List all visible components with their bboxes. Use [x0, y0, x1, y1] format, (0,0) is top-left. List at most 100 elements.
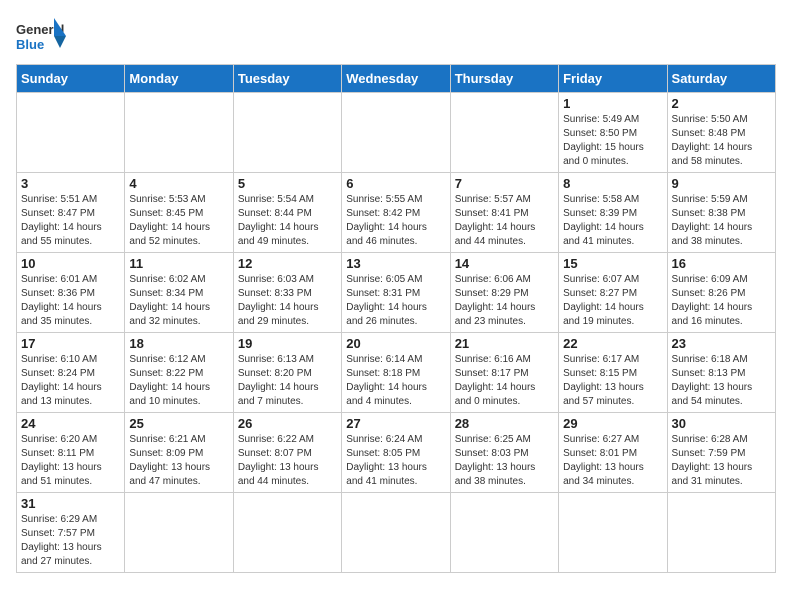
cell-sun-info: Sunrise: 6:07 AM Sunset: 8:27 PM Dayligh…	[563, 273, 662, 329]
calendar-cell: 16 Sunrise: 6:09 AM Sunset: 8:26 PM Dayli…	[667, 253, 775, 333]
cell-sun-info: Sunrise: 6:10 AM Sunset: 8:24 PM Dayligh…	[21, 353, 120, 409]
cell-sun-info: Sunrise: 6:02 AM Sunset: 8:34 PM Dayligh…	[129, 273, 228, 329]
calendar-cell: 31 Sunrise: 6:29 AM Sunset: 7:57 PM Dayli…	[17, 493, 125, 573]
calendar-cell: 22 Sunrise: 6:17 AM Sunset: 8:15 PM Dayli…	[559, 333, 667, 413]
cell-date-number: 8	[563, 176, 662, 191]
cell-sun-info: Sunrise: 6:13 AM Sunset: 8:20 PM Dayligh…	[238, 353, 337, 409]
cell-date-number: 15	[563, 256, 662, 271]
weekday-header-wednesday: Wednesday	[342, 65, 450, 93]
cell-date-number: 3	[21, 176, 120, 191]
calendar-cell: 3 Sunrise: 5:51 AM Sunset: 8:47 PM Daylig…	[17, 173, 125, 253]
cell-sun-info: Sunrise: 6:09 AM Sunset: 8:26 PM Dayligh…	[672, 273, 771, 329]
cell-date-number: 7	[455, 176, 554, 191]
cell-date-number: 13	[346, 256, 445, 271]
page-header: General Blue	[16, 16, 776, 56]
calendar-cell: 21 Sunrise: 6:16 AM Sunset: 8:17 PM Dayli…	[450, 333, 558, 413]
cell-sun-info: Sunrise: 6:25 AM Sunset: 8:03 PM Dayligh…	[455, 433, 554, 489]
cell-sun-info: Sunrise: 5:55 AM Sunset: 8:42 PM Dayligh…	[346, 193, 445, 249]
calendar-cell: 15 Sunrise: 6:07 AM Sunset: 8:27 PM Dayli…	[559, 253, 667, 333]
cell-sun-info: Sunrise: 6:29 AM Sunset: 7:57 PM Dayligh…	[21, 513, 120, 569]
cell-date-number: 30	[672, 416, 771, 431]
calendar-week-row: 24Sunrise: 6:20 AM Sunset: 8:11 PM Dayli…	[17, 413, 776, 493]
weekday-header-thursday: Thursday	[450, 65, 558, 93]
cell-sun-info: Sunrise: 6:17 AM Sunset: 8:15 PM Dayligh…	[563, 353, 662, 409]
cell-date-number: 16	[672, 256, 771, 271]
calendar-cell: 27 Sunrise: 6:24 AM Sunset: 8:05 PM Dayli…	[342, 413, 450, 493]
calendar-cell: 29Sunrise: 6:27 AM Sunset: 8:01 PM Dayli…	[559, 413, 667, 493]
cell-date-number: 23	[672, 336, 771, 351]
svg-text:Blue: Blue	[16, 37, 44, 52]
calendar-cell	[233, 93, 341, 173]
cell-date-number: 9	[672, 176, 771, 191]
calendar-cell: 2 Sunrise: 5:50 AM Sunset: 8:48 PM Daylig…	[667, 93, 775, 173]
cell-sun-info: Sunrise: 6:24 AM Sunset: 8:05 PM Dayligh…	[346, 433, 445, 489]
cell-date-number: 26	[238, 416, 337, 431]
calendar-cell: 20 Sunrise: 6:14 AM Sunset: 8:18 PM Dayli…	[342, 333, 450, 413]
calendar-cell: 26 Sunrise: 6:22 AM Sunset: 8:07 PM Dayli…	[233, 413, 341, 493]
calendar-cell	[125, 493, 233, 573]
cell-sun-info: Sunrise: 6:28 AM Sunset: 7:59 PM Dayligh…	[672, 433, 771, 489]
calendar-cell: 19 Sunrise: 6:13 AM Sunset: 8:20 PM Dayli…	[233, 333, 341, 413]
calendar-cell	[559, 493, 667, 573]
cell-date-number: 27	[346, 416, 445, 431]
weekday-header-row: SundayMondayTuesdayWednesdayThursdayFrid…	[17, 65, 776, 93]
calendar-cell: 10Sunrise: 6:01 AM Sunset: 8:36 PM Dayli…	[17, 253, 125, 333]
cell-sun-info: Sunrise: 6:05 AM Sunset: 8:31 PM Dayligh…	[346, 273, 445, 329]
calendar-cell: 23 Sunrise: 6:18 AM Sunset: 8:13 PM Dayli…	[667, 333, 775, 413]
cell-sun-info: Sunrise: 6:12 AM Sunset: 8:22 PM Dayligh…	[129, 353, 228, 409]
cell-sun-info: Sunrise: 6:01 AM Sunset: 8:36 PM Dayligh…	[21, 273, 120, 329]
cell-date-number: 31	[21, 496, 120, 511]
cell-date-number: 1	[563, 96, 662, 111]
weekday-header-saturday: Saturday	[667, 65, 775, 93]
cell-date-number: 17	[21, 336, 120, 351]
calendar-cell: 30 Sunrise: 6:28 AM Sunset: 7:59 PM Dayli…	[667, 413, 775, 493]
cell-date-number: 14	[455, 256, 554, 271]
cell-date-number: 19	[238, 336, 337, 351]
cell-sun-info: Sunrise: 6:20 AM Sunset: 8:11 PM Dayligh…	[21, 433, 120, 489]
weekday-header-tuesday: Tuesday	[233, 65, 341, 93]
calendar-cell	[667, 493, 775, 573]
cell-date-number: 11	[129, 256, 228, 271]
weekday-header-friday: Friday	[559, 65, 667, 93]
cell-date-number: 12	[238, 256, 337, 271]
cell-sun-info: Sunrise: 5:57 AM Sunset: 8:41 PM Dayligh…	[455, 193, 554, 249]
calendar-cell: 25Sunrise: 6:21 AM Sunset: 8:09 PM Dayli…	[125, 413, 233, 493]
cell-sun-info: Sunrise: 6:16 AM Sunset: 8:17 PM Dayligh…	[455, 353, 554, 409]
cell-date-number: 20	[346, 336, 445, 351]
cell-sun-info: Sunrise: 6:22 AM Sunset: 8:07 PM Dayligh…	[238, 433, 337, 489]
calendar-cell: 8 Sunrise: 5:58 AM Sunset: 8:39 PM Daylig…	[559, 173, 667, 253]
cell-date-number: 21	[455, 336, 554, 351]
logo: General Blue	[16, 16, 66, 56]
cell-sun-info: Sunrise: 5:54 AM Sunset: 8:44 PM Dayligh…	[238, 193, 337, 249]
cell-sun-info: Sunrise: 5:53 AM Sunset: 8:45 PM Dayligh…	[129, 193, 228, 249]
cell-sun-info: Sunrise: 5:58 AM Sunset: 8:39 PM Dayligh…	[563, 193, 662, 249]
calendar-cell: 11 Sunrise: 6:02 AM Sunset: 8:34 PM Dayli…	[125, 253, 233, 333]
cell-date-number: 4	[129, 176, 228, 191]
cell-sun-info: Sunrise: 5:59 AM Sunset: 8:38 PM Dayligh…	[672, 193, 771, 249]
cell-sun-info: Sunrise: 6:18 AM Sunset: 8:13 PM Dayligh…	[672, 353, 771, 409]
calendar-cell: 14Sunrise: 6:06 AM Sunset: 8:29 PM Dayli…	[450, 253, 558, 333]
calendar-cell	[342, 93, 450, 173]
calendar-week-row: 3 Sunrise: 5:51 AM Sunset: 8:47 PM Daylig…	[17, 173, 776, 253]
cell-sun-info: Sunrise: 5:50 AM Sunset: 8:48 PM Dayligh…	[672, 113, 771, 169]
weekday-header-sunday: Sunday	[17, 65, 125, 93]
cell-date-number: 5	[238, 176, 337, 191]
cell-sun-info: Sunrise: 6:14 AM Sunset: 8:18 PM Dayligh…	[346, 353, 445, 409]
cell-date-number: 2	[672, 96, 771, 111]
calendar-cell	[233, 493, 341, 573]
cell-sun-info: Sunrise: 5:51 AM Sunset: 8:47 PM Dayligh…	[21, 193, 120, 249]
calendar-cell: 17 Sunrise: 6:10 AM Sunset: 8:24 PM Dayli…	[17, 333, 125, 413]
calendar-cell: 18 Sunrise: 6:12 AM Sunset: 8:22 PM Dayli…	[125, 333, 233, 413]
calendar-cell	[17, 93, 125, 173]
cell-sun-info: Sunrise: 5:49 AM Sunset: 8:50 PM Dayligh…	[563, 113, 662, 169]
cell-date-number: 29	[563, 416, 662, 431]
calendar-cell	[450, 493, 558, 573]
calendar-cell	[125, 93, 233, 173]
weekday-header-monday: Monday	[125, 65, 233, 93]
cell-date-number: 18	[129, 336, 228, 351]
calendar-cell: 24Sunrise: 6:20 AM Sunset: 8:11 PM Dayli…	[17, 413, 125, 493]
cell-date-number: 22	[563, 336, 662, 351]
calendar-cell	[450, 93, 558, 173]
calendar-cell: 1 Sunrise: 5:49 AM Sunset: 8:50 PM Daylig…	[559, 93, 667, 173]
calendar-cell: 28Sunrise: 6:25 AM Sunset: 8:03 PM Dayli…	[450, 413, 558, 493]
